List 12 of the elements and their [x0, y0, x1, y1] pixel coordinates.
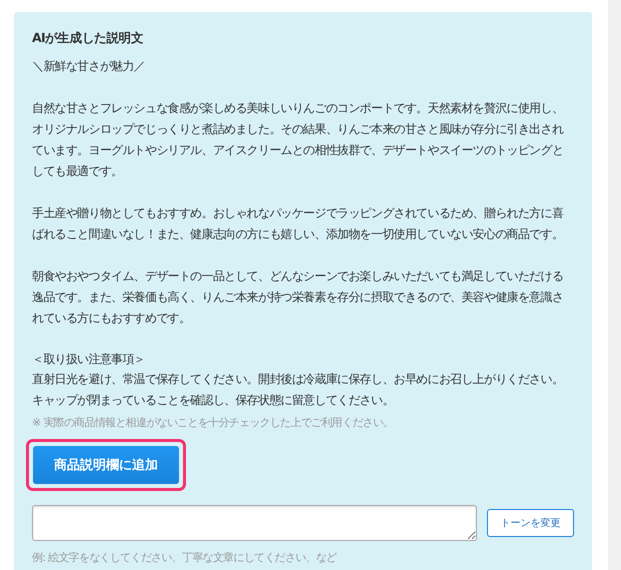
- disclaimer-text: ※ 実際の商品情報と相違がないことを十分チェックした上でご利用ください。: [32, 415, 395, 431]
- add-to-description-button[interactable]: 商品説明欄に追加: [33, 446, 179, 484]
- description-text: 手土産や贈り物としてもおすすめ。おしゃれなパッケージでラッピングされているため、贈られた方に喜ばれること間違いなし！また、健康志向の方にも嬉しい、添加物を一切使用していない安心の商品です。: [32, 205, 564, 243]
- description-text: 自然な甘さとフレッシュな食感が楽しめる美味しいりんごのコンポートです。天然素材を贅沢に使用し、オリジナルシロップでじっくりと煮詰めました。その結果、りんご本来の甘さと風味が存分に引き出されています。ヨーグルトやシリアル、アイスクリームとの相性抜群で、デザートやスイーツのトッピングとしても最適です。: [32, 100, 564, 180]
- description-text: ＼新鮮な甘さが魅力／: [32, 58, 146, 75]
- panel-title: AIが生成した説明文: [32, 29, 144, 47]
- hint-text: 例: 絵文字をなくしてください、丁寧な文章にしてください、など: [32, 550, 338, 565]
- description-text: 直射日光を避け、常温で保存してください。開封後は冷蔵庫に保存し、お早めにお召し上がりください。キャップが閉まっていることを確認し、保存状態に留意してください。: [32, 371, 564, 409]
- description-text: 朝食やおやつタイム、デザートの一品として、どんなシーンでお楽しみいただいても満足していただける逸品です。また、栄養価も高く、りんご本来が持つ栄養素を存分に摂取できるので、美容や健康を意識されている方にもおすすめです。: [32, 268, 564, 327]
- change-tone-button[interactable]: トーンを変更: [486, 509, 574, 537]
- description-text: ＜取り扱い注意事項＞: [32, 351, 146, 368]
- tone-input-field[interactable]: [32, 505, 477, 541]
